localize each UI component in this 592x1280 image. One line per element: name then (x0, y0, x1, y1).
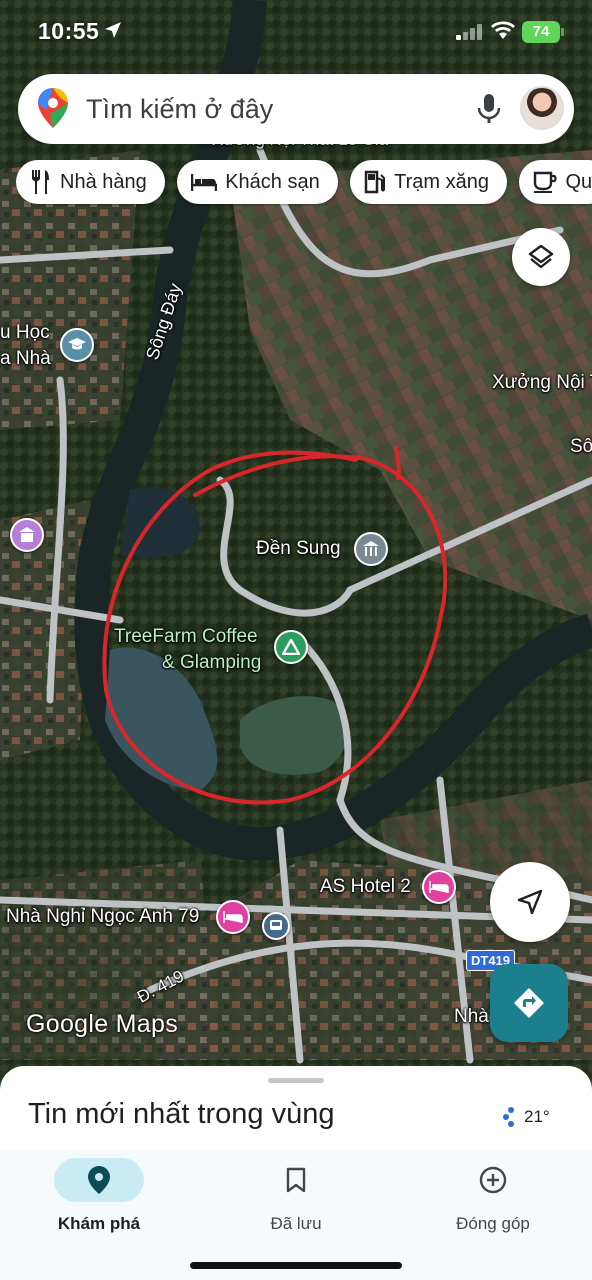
sheet-drag-handle[interactable] (268, 1078, 324, 1083)
shrine-icon (363, 541, 379, 556)
avatar[interactable] (520, 86, 564, 130)
as-hotel-poi[interactable] (422, 870, 456, 904)
map-label-nha-nghi[interactable]: Nhà Nghỉ Ngọc Anh 79 (6, 906, 199, 928)
nav-saved[interactable]: Đã lưu (221, 1158, 371, 1234)
gas-station-icon (364, 170, 386, 194)
sheet-title: Tin mới nhất trong vùng (28, 1098, 335, 1130)
map-label-den-sung[interactable]: Đền Sung (256, 538, 341, 560)
map-label-as-hotel[interactable]: AS Hotel 2 (320, 876, 411, 898)
chip-coffee[interactable]: Qu (519, 160, 592, 204)
bus-icon (270, 920, 282, 930)
status-bar: 10:55 74 (0, 0, 592, 64)
chip-label: Khách sạn (225, 170, 320, 193)
layers-icon (528, 244, 554, 269)
chip-restaurants[interactable]: Nhà hàng (16, 160, 165, 204)
treefarm-poi[interactable] (274, 630, 308, 664)
school-poi[interactable] (60, 328, 94, 362)
school-icon (68, 338, 86, 350)
nav-contribute-indicator (448, 1158, 538, 1202)
nav-explore[interactable]: Khám phá (24, 1158, 174, 1234)
camping-icon (282, 639, 300, 655)
google-maps-pin-icon (38, 88, 68, 128)
bookmark-icon (286, 1167, 306, 1193)
nav-explore-indicator (54, 1158, 144, 1202)
location-arrow-icon (105, 22, 121, 38)
microphone-icon[interactable] (476, 94, 502, 124)
category-chips: Nhà hàng Khách sạn Trạm xăng Qu (16, 160, 592, 206)
search-bar[interactable]: Tìm kiếm ở đây (18, 74, 574, 144)
chip-label: Trạm xăng (394, 170, 490, 193)
layers-button[interactable] (512, 228, 570, 286)
nha-nghi-poi[interactable] (216, 900, 250, 934)
temperature: 21° (524, 1107, 550, 1126)
navigation-arrow-icon (517, 889, 543, 915)
nav-contribute[interactable]: Đóng góp (418, 1158, 568, 1234)
map-label-xuong: Xưởng Nội T (492, 372, 592, 393)
chip-gas-stations[interactable]: Trạm xăng (350, 160, 508, 204)
map-label-treefarm-1[interactable]: TreeFarm Coffee (114, 626, 258, 648)
bottom-navigation: Khám phá Đã lưu Đóng góp (0, 1150, 592, 1280)
hotel-icon (223, 911, 243, 923)
weather-badge[interactable]: 21° (502, 1106, 550, 1128)
nav-explore-label: Khám phá (57, 1214, 141, 1233)
nav-saved-indicator (251, 1158, 341, 1202)
search-input[interactable]: Tìm kiếm ở đây (86, 94, 273, 125)
hotel-icon (191, 174, 218, 191)
map-label-school: u Học (0, 322, 50, 343)
bus-stop-poi[interactable] (262, 912, 290, 940)
map-label-nha-right: Nhà (454, 1006, 489, 1027)
wifi-icon (491, 21, 515, 39)
chip-label: Nhà hàng (60, 170, 147, 193)
map-label-treefarm-2[interactable]: & Glamping (162, 652, 261, 674)
status-time: 10:55 (38, 18, 100, 44)
map-label-song-right: Sô (570, 436, 592, 457)
home-indicator (190, 1262, 402, 1269)
google-maps-logo: Google Maps (26, 1010, 178, 1038)
cellular-signal-icon (456, 24, 482, 40)
my-location-button[interactable] (490, 862, 570, 942)
map-label-school-2: a Nhà (0, 348, 51, 369)
rain-drops-icon (503, 1107, 514, 1127)
coffee-icon (534, 171, 558, 193)
temple-poi-left[interactable] (10, 518, 44, 552)
directions-button[interactable] (490, 964, 568, 1042)
nav-saved-label: Đã lưu (270, 1214, 322, 1233)
hotel-icon (429, 881, 449, 893)
add-circle-icon (479, 1166, 507, 1194)
chip-hotels[interactable]: Khách sạn (177, 160, 338, 204)
den-sung-poi[interactable] (354, 532, 388, 566)
temple-icon (19, 527, 35, 542)
restaurant-icon (32, 170, 49, 194)
chip-label: Qu (565, 170, 592, 193)
directions-icon (514, 988, 544, 1018)
battery-indicator: 74 (522, 21, 564, 43)
nav-contribute-label: Đóng góp (456, 1214, 530, 1233)
explore-pin-icon (88, 1166, 110, 1194)
